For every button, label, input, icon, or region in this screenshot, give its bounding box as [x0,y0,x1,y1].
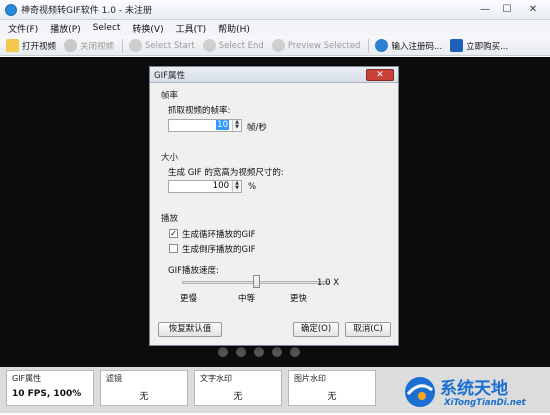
speed-slider-thumb[interactable] [253,275,260,288]
menu-help[interactable]: 帮助(H) [218,22,250,35]
open-video-button[interactable]: 打开视频 [6,39,56,52]
buy-now-label: 立即购买... [466,41,509,52]
cancel-button[interactable]: 取消(C) [345,322,391,337]
card-value: 无 [139,392,149,402]
preview-selected-label: Preview Selected [287,40,361,51]
preview-selected-button[interactable]: Preview Selected [271,39,361,52]
stop-icon[interactable] [272,347,282,357]
toolbar-divider [122,38,124,53]
logo-url: XiTongTianDi.net [444,398,526,408]
capture-rate-label: 抓取视频的帧率: [168,106,231,116]
buy-now-button[interactable]: 立即购买... [450,39,508,52]
close-button[interactable]: ✕ [518,1,548,17]
pause-icon[interactable] [254,347,264,357]
toolbar: 打开视频 关闭视频 Select Start Select End Previe… [0,36,550,56]
site-logo: 系统天地 XiTongTianDi.net [400,372,548,412]
spinner-arrows-icon[interactable]: ▲ ▼ [232,120,241,131]
select-start-label: Select Start [145,40,195,51]
card-value: 10 FPS, 100% [12,389,82,399]
select-start-button[interactable]: Select Start [129,39,195,52]
close-video-icon [64,39,78,52]
close-video-label: 关闭视频 [80,41,115,52]
speed-slow-label: 更慢 [180,294,198,304]
speed-label: GIF播放速度: [168,266,219,276]
size-label: 生成 GIF 的宽高为视频尺寸的: [168,168,284,178]
menu-tools[interactable]: 工具(T) [176,22,207,35]
dialog-close-button[interactable]: ✕ [366,69,394,81]
reverse-label: 生成倒序播放的GIF [182,245,256,255]
speed-value: 1.0 X [317,278,340,288]
window-controls: — ☐ ✕ [474,1,548,17]
next-frame-icon[interactable] [290,347,300,357]
size-value: 100 [212,181,229,191]
menu-file[interactable]: 文件(F) [8,22,38,35]
playback-controls [218,347,308,357]
capture-rate-spinner[interactable]: 10 ▲ ▼ [168,119,242,132]
menu-select[interactable]: Select [93,23,121,33]
text-watermark-card[interactable]: 文字水印 无 [194,370,282,406]
enter-reg-code-button[interactable]: 输入注册码... [375,39,442,52]
minimize-button[interactable]: — [474,1,496,17]
size-unit: % [248,182,257,192]
gif-properties-dialog: GIF属性 ✕ 帧率 抓取视频的帧率: 10 ▲ ▼ 帧/秒 大小 生成 GIF … [149,66,399,346]
select-end-icon [202,39,216,52]
menu-bar: 文件(F) 播放(P) Select 转换(V) 工具(T) 帮助(H) [0,20,550,36]
card-label: 图片水印 [294,374,326,383]
dialog-title-bar: GIF属性 [150,67,398,83]
speed-mid-label: 中等 [238,294,256,304]
key-search-icon [375,39,389,52]
cart-icon [450,39,464,52]
card-label: 滤镜 [106,374,122,383]
dialog-title: GIF属性 [154,70,185,81]
window-title: 神奇视频转GIF软件 1.0 - 未注册 [21,6,152,16]
open-video-label: 打开视频 [22,41,57,52]
logo-text: 系统天地 [440,379,508,399]
reset-defaults-button[interactable]: 恢复默认值 [158,322,222,337]
menu-convert[interactable]: 转换(V) [132,22,163,35]
toolbar-divider [368,38,370,53]
play-section-title: 播放 [161,214,179,224]
preview-icon [271,39,285,52]
select-end-button[interactable]: Select End [202,39,264,52]
close-video-button[interactable]: 关闭视频 [64,39,114,52]
select-start-icon [129,39,143,52]
reverse-checkbox[interactable] [169,244,178,253]
card-value: 无 [233,392,243,402]
ok-button[interactable]: 确定(O) [293,322,339,337]
capture-rate-unit: 帧/秒 [247,123,267,133]
capture-rate-value: 10 [216,120,229,130]
app-icon [5,3,17,16]
menu-play[interactable]: 播放(P) [50,22,80,35]
size-spinner[interactable]: 100 ▲ ▼ [168,180,242,193]
enter-reg-code-label: 输入注册码... [391,41,443,52]
maximize-button[interactable]: ☐ [496,1,518,17]
title-bar: 神奇视频转GIF软件 1.0 - 未注册 — ☐ ✕ [0,0,550,20]
folder-open-icon [6,39,19,52]
loop-checkbox[interactable]: ✓ [169,229,178,238]
card-label: GIF属性 [12,374,42,383]
frame-rate-section-title: 帧率 [161,91,179,101]
prev-frame-icon[interactable] [218,347,228,357]
select-end-label: Select End [218,40,264,51]
image-watermark-card[interactable]: 图片水印 无 [288,370,376,406]
filter-card[interactable]: 滤镜 无 [100,370,188,406]
gif-props-card[interactable]: GIF属性 10 FPS, 100% [6,370,94,406]
play-icon[interactable] [236,347,246,357]
card-value: 无 [327,392,337,402]
loop-label: 生成循环播放的GIF [182,230,256,240]
speed-fast-label: 更快 [290,294,308,304]
spinner-arrows-icon[interactable]: ▲ ▼ [232,181,241,192]
size-section-title: 大小 [161,153,179,163]
card-label: 文字水印 [200,374,232,383]
